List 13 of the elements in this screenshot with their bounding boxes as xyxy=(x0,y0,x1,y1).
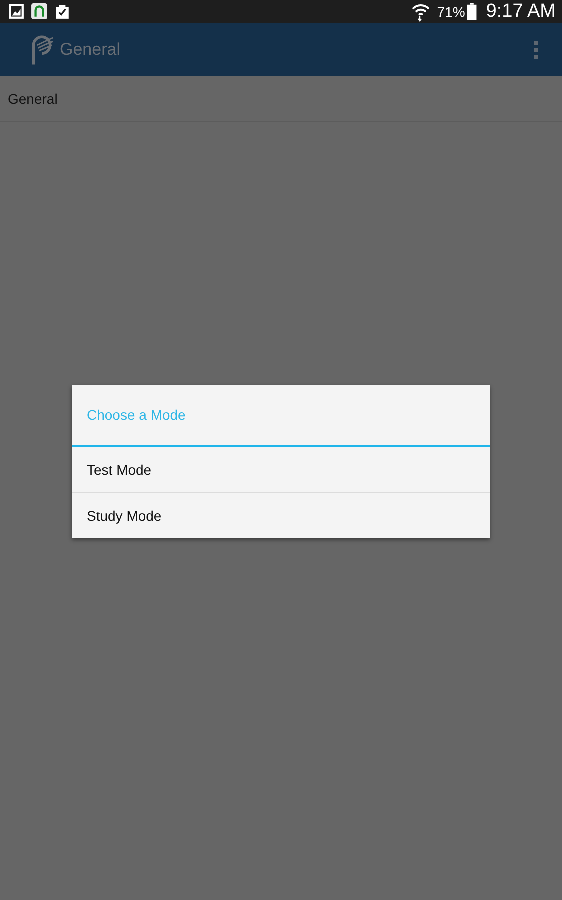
clock-time: 9:17 AM xyxy=(486,0,556,22)
dialog-title: Choose a Mode xyxy=(72,385,490,447)
app-logo-icon xyxy=(30,34,54,66)
image-icon xyxy=(8,3,25,20)
battery-percent: 71% xyxy=(437,4,466,20)
overflow-menu-icon[interactable] xyxy=(533,40,540,60)
mode-option[interactable]: Test Mode xyxy=(72,447,490,493)
arch-icon xyxy=(31,3,48,20)
clipboard-check-icon xyxy=(54,3,71,20)
mode-option[interactable]: Study Mode xyxy=(72,493,490,538)
app-title: General xyxy=(60,40,120,60)
battery-icon xyxy=(467,3,478,20)
wifi-icon xyxy=(411,2,432,22)
